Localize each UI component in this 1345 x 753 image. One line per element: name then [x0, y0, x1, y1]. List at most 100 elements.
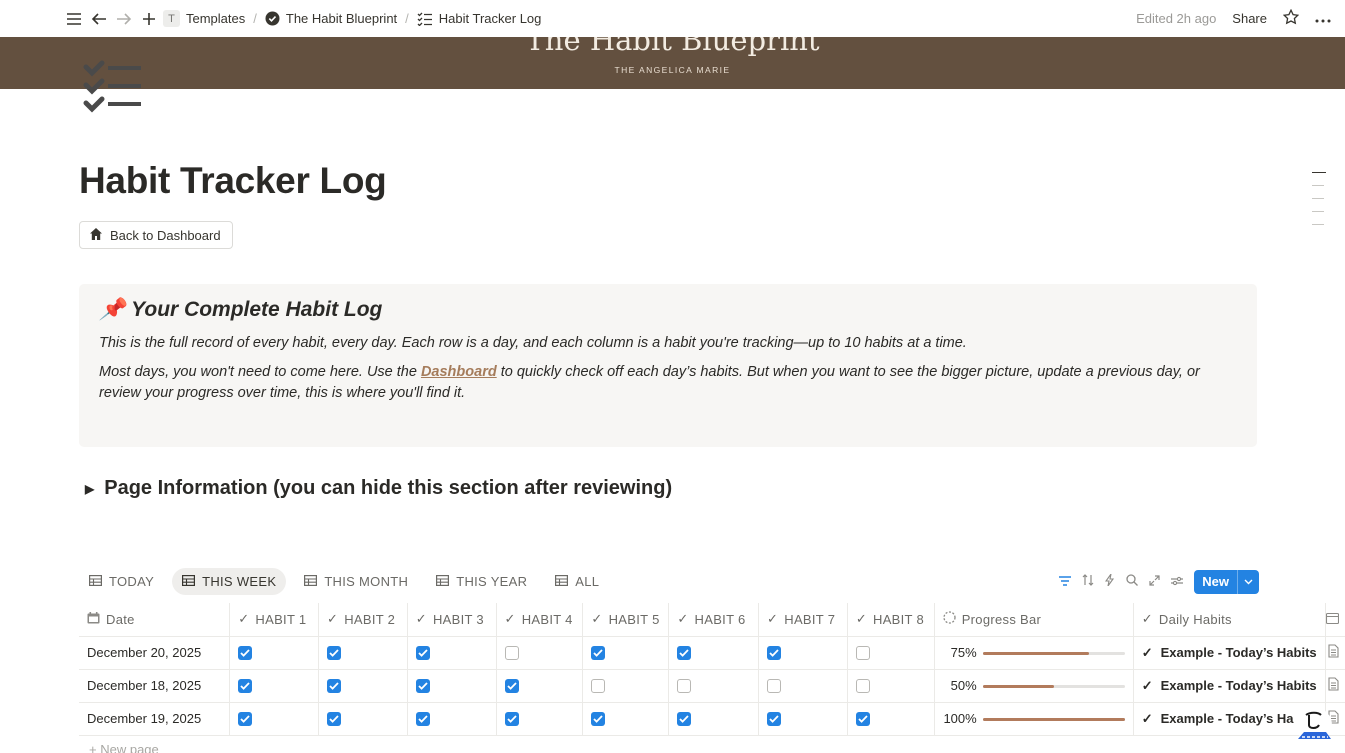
breadcrumb: T Templates / The Habit Blueprint / Habi… [163, 10, 541, 27]
relation-arrow-icon: ✓ [1141, 710, 1153, 726]
checked-checkbox[interactable] [591, 712, 606, 727]
date-cell[interactable]: December 19, 2025 [79, 702, 231, 736]
toggle-label: Page Information (you can hide this sect… [104, 477, 673, 499]
star-icon[interactable] [1282, 8, 1300, 28]
column-header-progress-bar[interactable]: Progress Bar [934, 603, 1134, 637]
checked-checkbox[interactable] [326, 679, 341, 694]
column-header-habit-1[interactable]: ✓ HABIT 1 [229, 603, 319, 637]
automation-lightning-icon[interactable] [1105, 573, 1115, 589]
tab-this-week[interactable]: THIS WEEK [172, 568, 287, 595]
new-button[interactable]: New [1194, 569, 1259, 594]
template-badge: T [163, 10, 180, 27]
daily-habits-cell[interactable]: ✓ Example - Today’s Habits [1133, 636, 1326, 670]
date-cell[interactable]: December 18, 2025 [79, 669, 231, 703]
home-icon [89, 227, 103, 244]
cover-banner: The Habit Blueprint THE ANGELICA MARIE [0, 37, 1345, 89]
settings-sliders-icon[interactable] [1171, 574, 1184, 589]
daily-habits-cell[interactable]: ✓ Example - Today’s Habits [1133, 669, 1326, 703]
plus-icon[interactable] [139, 9, 159, 29]
dashboard-link[interactable]: Dashboard [421, 364, 497, 380]
progress-cell: 75% [934, 636, 1134, 670]
checked-checkbox[interactable] [238, 679, 253, 694]
callout-heading: 📌 Your Complete Habit Log [99, 298, 1237, 322]
check-circle-icon [265, 11, 280, 26]
callout-heading-text: Your Complete Habit Log [131, 298, 383, 321]
more-options-icon[interactable] [1315, 11, 1331, 26]
forward-arrow-icon[interactable] [114, 9, 134, 29]
breadcrumb-templates[interactable]: Templates [186, 11, 245, 26]
table-row[interactable]: December 20, 2025 75% ✓ Example - Today’s H… [79, 636, 1345, 670]
column-header-habit-3[interactable]: ✓ HABIT 3 [407, 603, 497, 637]
column-header-date[interactable]: Date [79, 603, 231, 637]
checked-checkbox[interactable] [677, 712, 692, 727]
page-cell[interactable] [1325, 669, 1345, 703]
checkbox-property-icon: ✓ [767, 611, 779, 627]
checklist-page-icon[interactable] [82, 56, 144, 119]
column-header-habit-8[interactable]: ✓ HABIT 8 [847, 603, 935, 637]
sort-icon[interactable] [1082, 574, 1094, 589]
page-cell[interactable] [1325, 636, 1345, 670]
breadcrumb-habit-tracker-log[interactable]: Habit Tracker Log [439, 11, 542, 26]
column-header-daily-habits[interactable]: ✓ Daily Habits [1133, 603, 1326, 637]
search-icon[interactable] [1126, 574, 1139, 589]
toggle-triangle-icon[interactable]: ▶ [85, 482, 94, 496]
chevron-down-icon[interactable] [1237, 569, 1259, 594]
date-cell[interactable]: December 20, 2025 [79, 636, 231, 670]
checked-checkbox[interactable] [677, 646, 692, 661]
back-to-dashboard-button[interactable]: Back to Dashboard [79, 221, 233, 249]
column-header-habit-4[interactable]: ✓ HABIT 4 [496, 603, 584, 637]
new-page-row[interactable]: + New page [89, 742, 159, 753]
habit-log-table: Date ✓ HABIT 1 ✓ HABIT 2 ✓ HABIT 3 ✓ HABIT 4… [79, 603, 1345, 736]
habit-4-cell [496, 669, 584, 703]
back-arrow-icon[interactable] [89, 9, 109, 29]
checked-checkbox[interactable] [326, 646, 341, 661]
unchecked-checkbox[interactable] [767, 679, 782, 694]
checked-checkbox[interactable] [504, 679, 519, 694]
column-header-habit-2[interactable]: ✓ HABIT 2 [318, 603, 408, 637]
unchecked-checkbox[interactable] [504, 646, 519, 661]
habit-8-cell [847, 702, 935, 736]
tab-this-month[interactable]: THIS MONTH [294, 568, 418, 595]
checked-checkbox[interactable] [238, 646, 253, 661]
checked-checkbox[interactable] [415, 712, 430, 727]
column-header-extra[interactable] [1325, 603, 1345, 637]
back-to-dashboard-label: Back to Dashboard [110, 227, 221, 243]
checked-checkbox[interactable] [767, 646, 782, 661]
table-of-contents-indicator[interactable] [1312, 172, 1326, 237]
page-title: Habit Tracker Log [79, 160, 387, 201]
column-header-habit-6[interactable]: ✓ HABIT 6 [668, 603, 760, 637]
tab-all[interactable]: ALL [545, 568, 609, 595]
checked-checkbox[interactable] [326, 712, 341, 727]
habit-5-cell [582, 702, 670, 736]
share-button[interactable]: Share [1232, 11, 1267, 26]
column-header-habit-5[interactable]: ✓ HABIT 5 [582, 603, 670, 637]
checkbox-property-icon: ✓ [238, 611, 250, 627]
checked-checkbox[interactable] [504, 712, 519, 727]
breadcrumb-habit-blueprint[interactable]: The Habit Blueprint [286, 11, 397, 26]
assistant-avatar-icon[interactable] [1294, 705, 1334, 752]
checked-checkbox[interactable] [855, 712, 870, 727]
tab-today[interactable]: TODAY [79, 568, 164, 595]
column-header-habit-7[interactable]: ✓ HABIT 7 [758, 603, 848, 637]
unchecked-checkbox[interactable] [677, 679, 692, 694]
page-information-toggle[interactable]: ▶ Page Information (you can hide this se… [85, 477, 672, 500]
menu-icon[interactable] [64, 9, 84, 29]
unchecked-checkbox[interactable] [855, 679, 870, 694]
table-icon [436, 574, 450, 589]
unchecked-checkbox[interactable] [855, 646, 870, 661]
progress-bar [982, 685, 1125, 689]
table-row[interactable]: December 19, 2025 100% ✓ Example - Today’s … [79, 702, 1345, 736]
expand-icon[interactable] [1149, 574, 1160, 589]
checked-checkbox[interactable] [415, 679, 430, 694]
unchecked-checkbox[interactable] [591, 679, 606, 694]
filter-icon[interactable] [1059, 574, 1072, 589]
habit-1-cell [229, 669, 319, 703]
table-row[interactable]: December 18, 2025 50% ✓ Example - Today’s H… [79, 669, 1345, 703]
checked-checkbox[interactable] [591, 646, 606, 661]
tab-this-year[interactable]: THIS YEAR [426, 568, 537, 595]
checked-checkbox[interactable] [415, 646, 430, 661]
table-icon [89, 574, 103, 589]
checked-checkbox[interactable] [238, 712, 253, 727]
checked-checkbox[interactable] [767, 712, 782, 727]
database-views-bar: TODAY THIS WEEK THIS MONTH THIS YEAR ALL… [79, 567, 1259, 596]
